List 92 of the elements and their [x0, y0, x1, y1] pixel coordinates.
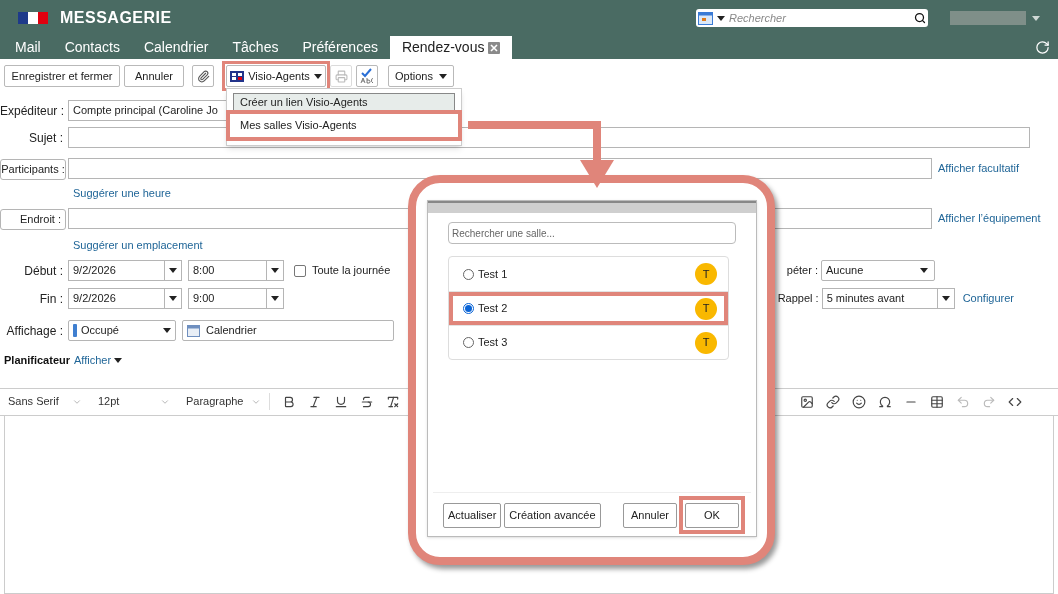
room-avatar: T: [695, 331, 717, 354]
room-name: Test 3: [478, 335, 509, 351]
size-select[interactable]: 12pt: [90, 393, 178, 410]
radio-button[interactable]: [463, 337, 474, 348]
italic-icon[interactable]: [308, 394, 322, 409]
location-button[interactable]: Endroit :: [0, 208, 66, 230]
field-label: Début :: [23, 262, 64, 280]
flag-logo-icon: [18, 12, 48, 24]
suggest-time-link[interactable]: Suggérer une heure: [73, 184, 171, 202]
refresh-icon[interactable]: [1035, 40, 1050, 55]
caret-icon: [920, 268, 928, 273]
nav-tab[interactable]: Préférences: [290, 36, 390, 59]
field-label: Fin :: [38, 290, 64, 308]
caret-icon: [438, 73, 447, 79]
calendar-icon: [698, 11, 713, 25]
field-label: Rappel :: [777, 291, 820, 307]
room-search-field[interactable]: Rechercher une salle...: [448, 222, 736, 244]
radio-button[interactable]: [463, 303, 474, 314]
omega-icon[interactable]: [878, 394, 892, 409]
reminder-select[interactable]: 5 minutes avant: [821, 288, 955, 309]
options-button[interactable]: Options: [388, 65, 454, 87]
field-label: Sujet :: [27, 129, 64, 147]
font-select[interactable]: Sans Serif: [0, 393, 90, 410]
date-select[interactable]: 9/2/2026: [68, 260, 182, 281]
image-icon[interactable]: [800, 394, 814, 409]
printer-icon: [334, 69, 348, 83]
nav-tab[interactable]: Mail: [3, 36, 53, 59]
nav-tab[interactable]: Calendrier: [131, 36, 221, 59]
calendar-icon: [187, 324, 200, 337]
underline-icon[interactable]: [334, 394, 348, 409]
show-optional-link[interactable]: Afficher facultatif: [938, 159, 1052, 177]
suggest-location-link[interactable]: Suggérer un emplacement: [73, 236, 203, 254]
dialog-button[interactable]: Création avancée: [504, 503, 601, 528]
search-input[interactable]: Rechercher: [729, 9, 910, 27]
all-day-checkbox[interactable]: [294, 264, 306, 277]
paperclip-icon: [196, 69, 210, 83]
attach-button[interactable]: [192, 65, 214, 87]
nav-tab[interactable]: Rendez-vous: [389, 36, 513, 59]
configure-link[interactable]: Configurer: [962, 290, 1014, 307]
date-select[interactable]: 9/2/2026: [68, 288, 182, 309]
spellcheck-button[interactable]: [356, 65, 378, 87]
field-label: péter :: [786, 263, 819, 279]
room-avatar: T: [695, 263, 717, 285]
visio-agents-button[interactable]: Visio-Agents: [226, 65, 326, 87]
room-name: Test 1: [478, 266, 509, 282]
radio-button[interactable]: [463, 268, 474, 280]
strikethrough-icon[interactable]: [360, 394, 374, 409]
clear-format-icon[interactable]: [386, 394, 400, 409]
search-bar[interactable]: Rechercher: [696, 9, 928, 27]
bold-icon[interactable]: [282, 394, 296, 409]
field-label: Expéditeur :: [0, 102, 66, 120]
show-equipment-link[interactable]: Afficher l’équipement: [938, 209, 1052, 227]
caret-icon: [271, 296, 279, 301]
participants-button[interactable]: Participants :: [0, 158, 66, 180]
spellcheck-icon: [359, 68, 375, 84]
caret-icon[interactable]: [1032, 15, 1040, 21]
section-title: Planificateur: [4, 353, 71, 368]
dialog-button[interactable]: OK: [685, 503, 739, 528]
cancel-button[interactable]: Annuler: [124, 65, 184, 87]
save-close-button[interactable]: Enregistrer et fermer: [4, 65, 120, 87]
room-avatar: T: [695, 297, 717, 320]
nav-tab[interactable]: Contacts: [52, 36, 132, 59]
search-icon[interactable]: [914, 12, 926, 24]
caret-icon: [169, 296, 177, 301]
calendar-select[interactable]: Calendrier: [182, 320, 394, 341]
link-icon[interactable]: [826, 394, 840, 409]
caret-icon: [163, 328, 171, 333]
checkbox-label: Toute la journée: [312, 263, 391, 279]
caret-icon: [169, 268, 177, 273]
block-select[interactable]: Paragraphe: [178, 393, 270, 410]
participants-field[interactable]: [68, 157, 932, 179]
caret-icon: [313, 73, 322, 79]
caret-icon: [271, 268, 279, 273]
dialog-button[interactable]: Actualiser: [443, 503, 502, 528]
app-title: MESSAGERIE: [60, 8, 172, 28]
time-select[interactable]: 8:00: [188, 260, 284, 281]
status-select[interactable]: Occupé: [68, 320, 176, 341]
caret-icon: [941, 296, 950, 301]
room-name: Test 2: [478, 301, 509, 317]
emoji-icon[interactable]: [852, 394, 866, 409]
repeat-select[interactable]: Aucune: [821, 260, 935, 281]
status-color-icon: [73, 324, 77, 337]
caret-icon: [717, 15, 725, 21]
close-icon[interactable]: [488, 41, 501, 54]
dialog-button[interactable]: Annuler: [623, 503, 677, 528]
caret-icon: [114, 357, 123, 363]
video-room-icon: [230, 70, 245, 82]
table-icon[interactable]: [930, 394, 944, 409]
field-label: Affichage :: [5, 322, 64, 340]
nav-tab[interactable]: Tâches: [220, 36, 291, 59]
time-select[interactable]: 9:00: [188, 288, 284, 309]
show-scheduler-link[interactable]: Afficher: [74, 352, 123, 369]
